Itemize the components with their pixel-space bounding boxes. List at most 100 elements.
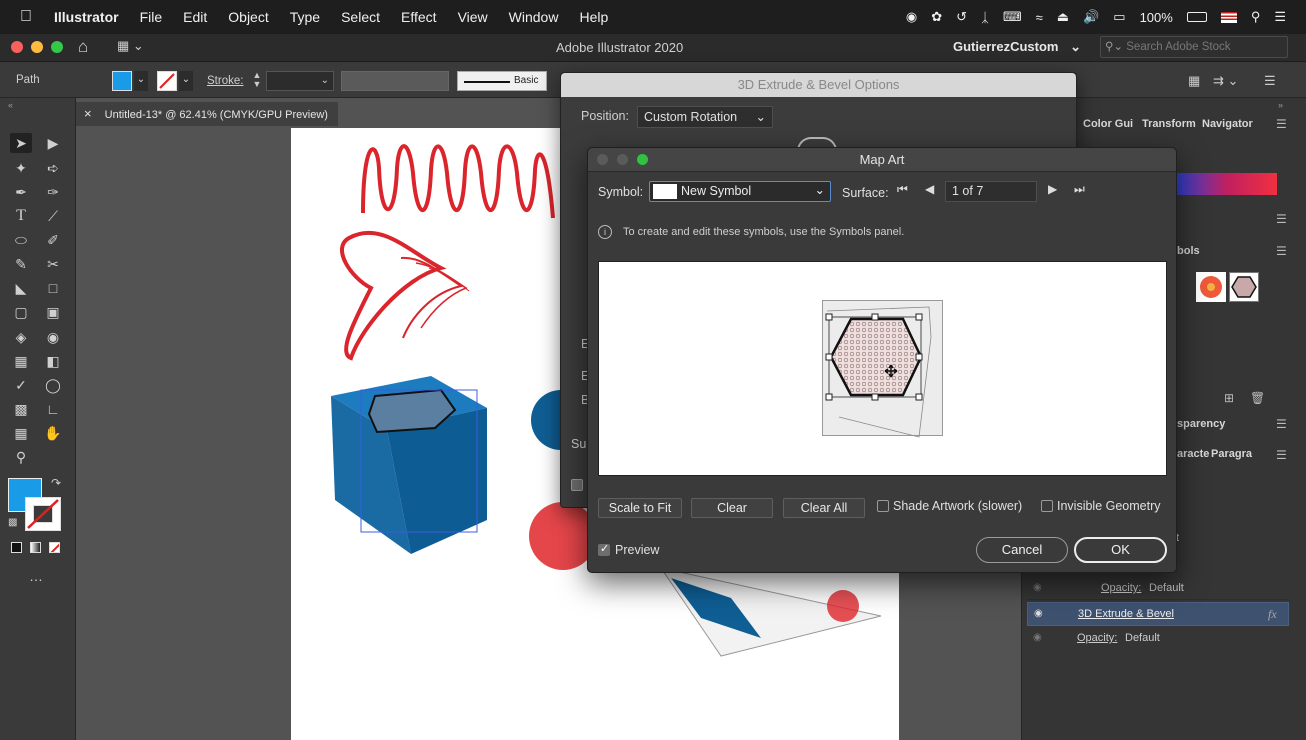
- symbol-hexagon-thumbnail[interactable]: [1229, 272, 1259, 302]
- control-center-icon[interactable]: ☰: [1274, 9, 1286, 25]
- fill-swatch[interactable]: [112, 71, 132, 91]
- default-fill-stroke-icon[interactable]: ▩: [8, 517, 17, 528]
- blend-tool-icon[interactable]: ◯: [42, 375, 64, 395]
- spotlight-search-icon[interactable]: ⚲: [1251, 9, 1261, 25]
- fill-dropdown-chevron-icon[interactable]: ⌄: [134, 71, 148, 91]
- edit-toolbar-icon[interactable]: …: [29, 568, 43, 584]
- delete-symbol-icon[interactable]: 🗑: [1250, 391, 1265, 405]
- line-tool-icon[interactable]: ⟋: [42, 206, 64, 226]
- width-tool-icon[interactable]: ▢: [10, 302, 32, 322]
- menu-view[interactable]: View: [458, 9, 488, 25]
- battery-icon[interactable]: [1186, 12, 1207, 22]
- control-bar-menu-icon[interactable]: ☰: [1264, 73, 1276, 89]
- keyboard-icon[interactable]: ⌨: [1003, 9, 1022, 25]
- bluetooth-icon[interactable]: ᛣ: [981, 10, 989, 25]
- panel-menu-icon[interactable]: ☰: [1276, 117, 1287, 131]
- hand-tool-icon[interactable]: ✋: [42, 423, 64, 443]
- tab-navigator[interactable]: Navigator: [1202, 118, 1253, 130]
- shape-builder-tool-icon[interactable]: ◈: [10, 327, 32, 347]
- type-tool-icon[interactable]: T: [10, 206, 32, 226]
- transform-icon[interactable]: ⇉ ⌄: [1213, 73, 1238, 89]
- window-minimize-button[interactable]: [31, 41, 43, 53]
- eject-icon[interactable]: ⏏: [1057, 9, 1069, 25]
- live-paint-tool-icon[interactable]: ◉: [42, 327, 64, 347]
- new-symbol-icon[interactable]: ⊞: [1224, 391, 1234, 405]
- ellipse-tool-icon[interactable]: ⬭: [10, 230, 32, 250]
- document-tab[interactable]: × Untitled-13* @ 62.41% (CMYK/GPU Previe…: [76, 102, 338, 126]
- graph-tool-icon[interactable]: ∟: [42, 399, 64, 419]
- direct-selection-tool-icon[interactable]: ▶: [42, 133, 64, 153]
- last-surface-button[interactable]: ⏭: [1074, 182, 1085, 197]
- symbol-select[interactable]: New Symbol ⌄: [649, 181, 831, 202]
- menu-window[interactable]: Window: [509, 9, 559, 25]
- apple-menu-icon[interactable]: : [20, 8, 32, 26]
- close-tab-icon[interactable]: ×: [84, 106, 92, 121]
- fan-icon[interactable]: ✿: [931, 9, 942, 25]
- panel-menu-icon-2[interactable]: ☰: [1276, 212, 1287, 226]
- tab-transform[interactable]: Transform: [1142, 118, 1196, 130]
- swap-fill-stroke-icon[interactable]: ↷: [51, 476, 61, 490]
- flag-icon[interactable]: [1220, 11, 1237, 23]
- arrange-documents-icon[interactable]: ▦ ⌄: [117, 38, 144, 54]
- previous-surface-button[interactable]: ◀: [925, 182, 934, 196]
- symbol-flower-thumbnail[interactable]: [1196, 272, 1226, 302]
- 3d-preview-checkbox[interactable]: [571, 479, 583, 491]
- scale-tool-icon[interactable]: □: [42, 278, 64, 298]
- hexagon-symbol-artwork[interactable]: [819, 297, 959, 447]
- eyedropper-tool-icon[interactable]: ✓: [10, 375, 32, 395]
- tab-character[interactable]: aracte: [1177, 448, 1209, 460]
- pencil-tool-icon[interactable]: ✎: [10, 254, 32, 274]
- zoom-tool-icon[interactable]: ⚲: [10, 447, 32, 467]
- panel-menu-icon-4[interactable]: ☰: [1276, 417, 1287, 431]
- appearance-row-opacity-2[interactable]: ◉ Opacity: Default: [1027, 628, 1289, 650]
- position-select[interactable]: Custom Rotation ⌄: [637, 106, 773, 128]
- stroke-weight-stepper[interactable]: ▲ ▼: [250, 71, 264, 91]
- clear-button[interactable]: Clear: [691, 498, 773, 518]
- surface-field[interactable]: 1 of 7: [945, 181, 1037, 202]
- first-surface-button[interactable]: ⏮: [897, 182, 908, 197]
- shade-artwork-checkbox[interactable]: [877, 500, 889, 512]
- color-spectrum-bar[interactable]: [1177, 173, 1277, 195]
- app-menu[interactable]: Illustrator: [54, 9, 119, 25]
- tab-color-guide[interactable]: Color Gui: [1083, 118, 1133, 130]
- stroke-dropdown-chevron-icon[interactable]: ⌄: [179, 71, 193, 91]
- collapse-panel-icon[interactable]: «: [8, 100, 13, 110]
- expand-panels-icon[interactable]: »: [1278, 100, 1283, 110]
- effect-name[interactable]: 3D Extrude & Bevel: [1078, 608, 1174, 620]
- surface-preview-canvas[interactable]: [598, 261, 1167, 476]
- appearance-row-opacity[interactable]: ◉ Opacity: Default: [1027, 578, 1289, 600]
- menu-effect[interactable]: Effect: [401, 9, 437, 25]
- free-transform-tool-icon[interactable]: ▣: [42, 302, 64, 322]
- menu-object[interactable]: Object: [228, 9, 268, 25]
- menu-help[interactable]: Help: [579, 9, 608, 25]
- stroke-color-swatch[interactable]: [25, 497, 61, 531]
- align-icon[interactable]: ▦: [1188, 73, 1200, 89]
- record-icon[interactable]: ◉: [906, 9, 917, 25]
- scale-to-fit-button[interactable]: Scale to Fit: [598, 498, 682, 518]
- mesh-tool-icon[interactable]: ▦: [10, 351, 32, 371]
- variable-width-profile-dropdown[interactable]: [341, 71, 449, 91]
- dialog-close-button[interactable]: [597, 154, 608, 165]
- panel-menu-icon-3[interactable]: ☰: [1276, 244, 1287, 258]
- dialog-zoom-button[interactable]: [637, 154, 648, 165]
- brush-definition-dropdown[interactable]: Basic: [457, 71, 547, 91]
- next-surface-button[interactable]: ▶: [1048, 182, 1057, 196]
- preview-checkbox[interactable]: ✓: [598, 543, 610, 556]
- pen-tool-icon[interactable]: ✒: [10, 182, 32, 202]
- menu-select[interactable]: Select: [341, 9, 380, 25]
- airplay-icon[interactable]: ▭: [1113, 9, 1125, 25]
- cancel-button[interactable]: Cancel: [976, 537, 1068, 563]
- ok-button[interactable]: OK: [1074, 537, 1167, 563]
- stroke-swatch[interactable]: [157, 71, 177, 91]
- window-close-button[interactable]: [11, 41, 23, 53]
- time-machine-icon[interactable]: ↺: [956, 9, 967, 25]
- none-mode-icon[interactable]: [49, 542, 60, 553]
- home-icon[interactable]: ⌂: [78, 37, 88, 57]
- wifi-icon[interactable]: ≈: [1036, 10, 1043, 25]
- clear-all-button[interactable]: Clear All: [783, 498, 865, 518]
- magic-wand-tool-icon[interactable]: ✦: [10, 158, 32, 178]
- artboard-tool-icon[interactable]: ▦: [10, 423, 32, 443]
- visibility-eye-icon[interactable]: ◉: [1033, 632, 1042, 643]
- invisible-geometry-checkbox[interactable]: [1041, 500, 1053, 512]
- reflect-tool-icon[interactable]: ◣: [10, 278, 32, 298]
